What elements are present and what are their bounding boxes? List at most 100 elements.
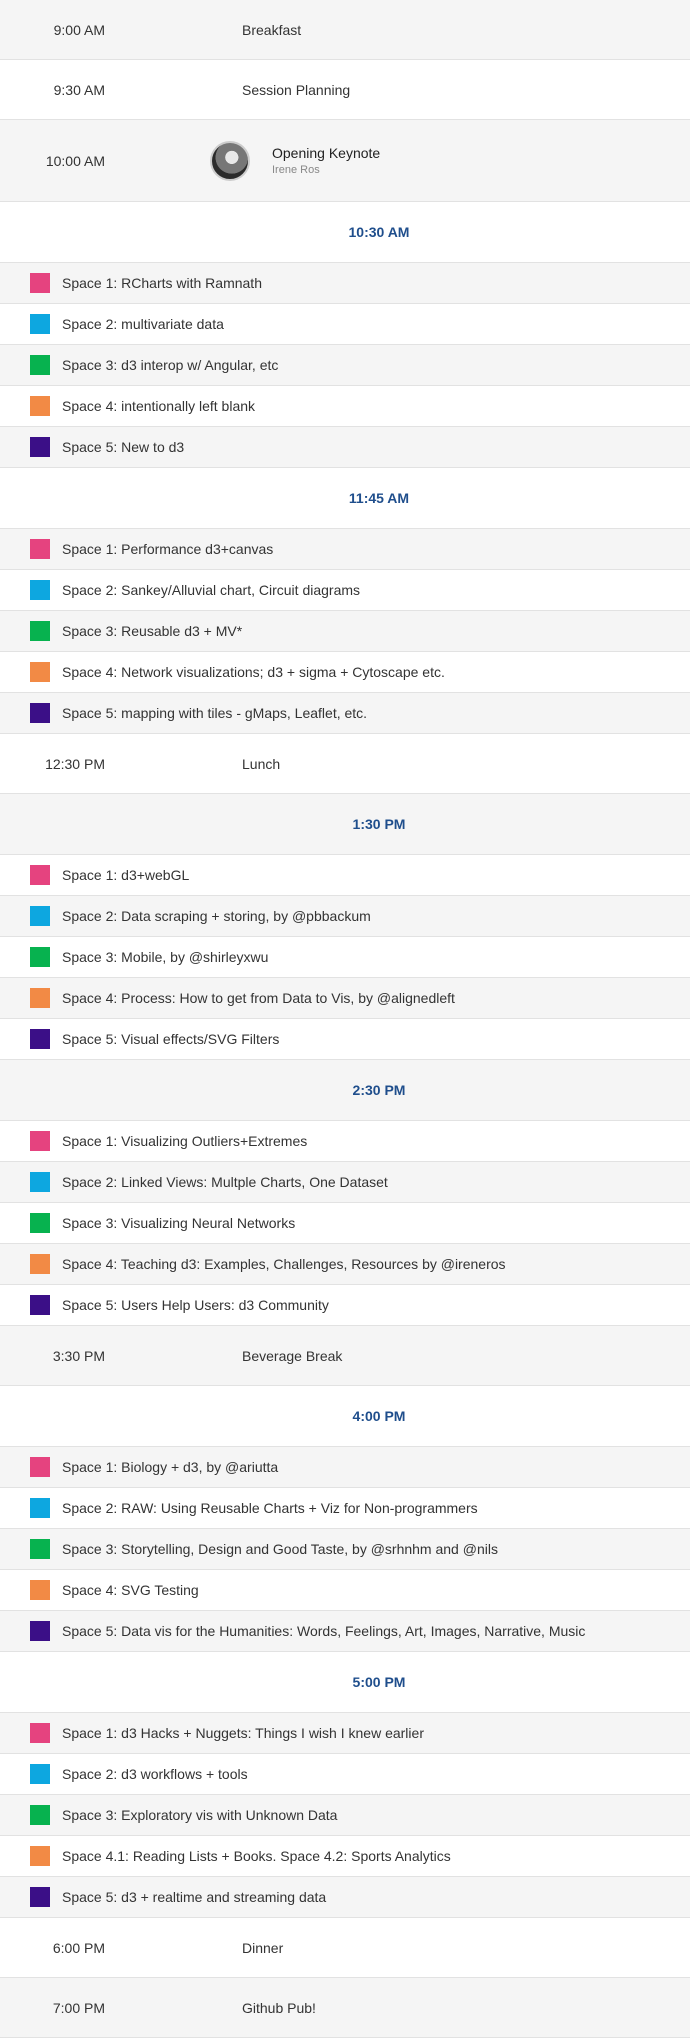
session-label: Space 2: d3 workflows + tools [62, 1766, 248, 1782]
session-row: Space 3: Visualizing Neural Networks [0, 1203, 690, 1244]
session-row: Space 4: Teaching d3: Examples, Challeng… [0, 1244, 690, 1285]
space-color-swatch [30, 314, 50, 334]
session-label: Space 4.1: Reading Lists + Books. Space … [62, 1848, 451, 1864]
session-label: Space 3: Visualizing Neural Networks [62, 1215, 296, 1231]
event-breakfast: 9:00 AM Breakfast [0, 0, 690, 60]
event-time: 6:00 PM [52, 1939, 105, 1956]
session-block: 11:45 AM Space 1: Performance d3+canvas Sp… [0, 468, 690, 734]
event-title: Session Planning [242, 81, 351, 98]
session-label: Space 4: SVG Testing [62, 1582, 199, 1598]
event-title: Lunch [242, 755, 281, 772]
space-color-swatch [30, 1172, 50, 1192]
session-row: Space 5: d3 + realtime and streaming dat… [0, 1877, 690, 1918]
event-time: 7:00 PM [52, 1999, 105, 2016]
session-label: Space 4: Network visualizations; d3 + si… [62, 664, 445, 680]
session-label: Space 4: Process: How to get from Data t… [62, 990, 455, 1006]
space-color-swatch [30, 1254, 50, 1274]
session-row: Space 1: d3+webGL [0, 855, 690, 896]
space-color-swatch [30, 1131, 50, 1151]
space-color-swatch [30, 1805, 50, 1825]
event-title: Opening Keynote [272, 145, 381, 161]
session-label: Space 3: Storytelling, Design and Good T… [62, 1541, 498, 1557]
event-title: Breakfast [242, 21, 302, 38]
session-row: Space 2: RAW: Using Reusable Charts + Vi… [0, 1488, 690, 1529]
session-label: Space 5: Users Help Users: d3 Community [62, 1297, 329, 1313]
session-label: Space 5: mapping with tiles - gMaps, Lea… [62, 705, 368, 721]
session-row: Space 3: Exploratory vis with Unknown Da… [0, 1795, 690, 1836]
session-row: Space 2: Linked Views: Multple Charts, O… [0, 1162, 690, 1203]
space-color-swatch [30, 1846, 50, 1866]
session-row: Space 1: RCharts with Ramnath [0, 263, 690, 304]
session-row: Space 3: Storytelling, Design and Good T… [0, 1529, 690, 1570]
space-color-swatch [30, 1295, 50, 1315]
schedule: 9:00 AM Breakfast 9:30 AM Session Planni… [0, 0, 690, 2038]
space-color-swatch [30, 1498, 50, 1518]
session-label: Space 2: RAW: Using Reusable Charts + Vi… [62, 1500, 478, 1516]
session-row: Space 2: d3 workflows + tools [0, 1754, 690, 1795]
space-color-swatch [30, 1029, 50, 1049]
session-row: Space 4.1: Reading Lists + Books. Space … [0, 1836, 690, 1877]
time-slot-header: 4:00 PM [0, 1386, 690, 1447]
session-label: Space 5: New to d3 [62, 439, 185, 455]
event-time: 3:30 PM [52, 1347, 105, 1364]
session-label: Space 5: Visual effects/SVG Filters [62, 1031, 280, 1047]
event-lunch: 12:30 PM Lunch [0, 734, 690, 794]
session-row: Space 5: Users Help Users: d3 Community [0, 1285, 690, 1326]
event-title: Dinner [242, 1939, 284, 1956]
session-block: 2:30 PM Space 1: Visualizing Outliers+Ext… [0, 1060, 690, 1326]
speaker-name: Irene Ros [272, 164, 320, 176]
session-label: Space 3: Mobile, by @shirleyxwu [62, 949, 269, 965]
session-label: Space 1: RCharts with Ramnath [62, 275, 262, 291]
session-row: Space 2: Data scraping + storing, by @pb… [0, 896, 690, 937]
session-label: Space 3: Exploratory vis with Unknown Da… [62, 1807, 338, 1823]
time-slot-header: 5:00 PM [0, 1652, 690, 1713]
event-title: Github Pub! [242, 1999, 316, 2016]
session-row: Space 4: intentionally left blank [0, 386, 690, 427]
space-color-swatch [30, 539, 50, 559]
space-color-swatch [30, 621, 50, 641]
space-color-swatch [30, 1580, 50, 1600]
event-time: 10:00 AM [45, 152, 105, 169]
keynote-info: Opening Keynote Irene Ros [210, 140, 381, 181]
space-color-swatch [30, 273, 50, 293]
space-color-swatch [30, 437, 50, 457]
space-color-swatch [30, 865, 50, 885]
session-row: Space 2: multivariate data [0, 304, 690, 345]
space-color-swatch [30, 1213, 50, 1233]
session-row: Space 4: Process: How to get from Data t… [0, 978, 690, 1019]
session-row: Space 3: Reusable d3 + MV* [0, 611, 690, 652]
session-row: Space 5: Visual effects/SVG Filters [0, 1019, 690, 1060]
session-label: Space 3: Reusable d3 + MV* [62, 623, 243, 639]
space-color-swatch [30, 355, 50, 375]
space-color-swatch [30, 1621, 50, 1641]
space-color-swatch [30, 1457, 50, 1477]
session-label: Space 3: d3 interop w/ Angular, etc [62, 357, 279, 373]
space-color-swatch [30, 703, 50, 723]
session-label: Space 2: multivariate data [62, 316, 224, 332]
space-color-swatch [30, 580, 50, 600]
time-slot-header: 10:30 AM [0, 202, 690, 263]
session-row: Space 1: d3 Hacks + Nuggets: Things I wi… [0, 1713, 690, 1754]
time-slot-header: 2:30 PM [0, 1060, 690, 1121]
time-slot-header: 1:30 PM [0, 794, 690, 855]
event-time: 12:30 PM [45, 755, 105, 772]
session-label: Space 4: intentionally left blank [62, 398, 256, 414]
space-color-swatch [30, 1539, 50, 1559]
session-label: Space 1: d3 Hacks + Nuggets: Things I wi… [62, 1725, 424, 1741]
session-row: Space 2: Sankey/Alluvial chart, Circuit … [0, 570, 690, 611]
session-label: Space 5: Data vis for the Humanities: Wo… [62, 1623, 586, 1639]
session-label: Space 2: Sankey/Alluvial chart, Circuit … [62, 582, 361, 598]
session-row: Space 1: Biology + d3, by @ariutta [0, 1447, 690, 1488]
session-row: Space 1: Visualizing Outliers+Extremes [0, 1121, 690, 1162]
session-label: Space 5: d3 + realtime and streaming dat… [62, 1889, 327, 1905]
space-color-swatch [30, 1764, 50, 1784]
session-row: Space 1: Performance d3+canvas [0, 529, 690, 570]
event-planning: 9:30 AM Session Planning [0, 60, 690, 120]
time-slot-header: 11:45 AM [0, 468, 690, 529]
session-label: Space 1: Performance d3+canvas [62, 541, 274, 557]
session-label: Space 1: Biology + d3, by @ariutta [62, 1459, 279, 1475]
session-label: Space 2: Data scraping + storing, by @pb… [62, 908, 371, 924]
session-label: Space 2: Linked Views: Multple Charts, O… [62, 1174, 388, 1190]
session-block: 1:30 PM Space 1: d3+webGL Space 2: Data sc… [0, 794, 690, 1060]
session-row: Space 4: Network visualizations; d3 + si… [0, 652, 690, 693]
